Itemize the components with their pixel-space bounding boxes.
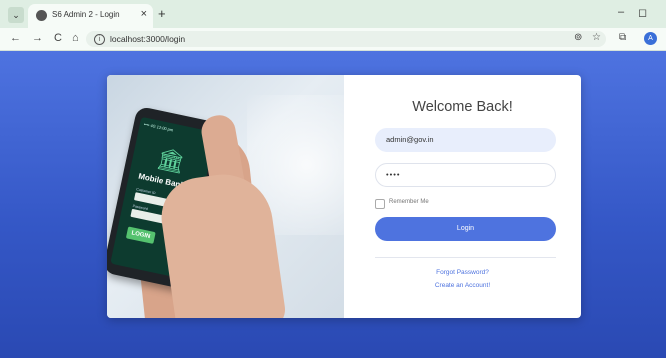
bank-icon: 🏛 (154, 145, 188, 176)
create-account-link[interactable]: Create an Account! (344, 282, 581, 289)
page-title: Welcome Back! (412, 99, 513, 115)
address-bar: ← → C ⌂ i localhost:3000/login ⊚ ☆ ⧉ A (0, 28, 666, 51)
login-page: •••• 4G 12:00 pm 🏛 Mobile Banking Custom… (0, 51, 666, 358)
maximize-icon[interactable]: ◻ (638, 6, 647, 19)
home-icon[interactable]: ⌂ (72, 32, 79, 44)
remember-me-label[interactable]: Remember Me (389, 199, 429, 205)
tab-search-icon[interactable]: ⌄ (8, 7, 24, 23)
profile-avatar[interactable]: A (644, 32, 657, 45)
lens-icon[interactable]: ⊚ (574, 32, 582, 43)
phone-status-bar: •••• 4G 12:00 pm (143, 121, 174, 133)
email-field[interactable]: admin@gov.in (375, 128, 556, 152)
site-info-icon[interactable]: i (94, 34, 105, 45)
divider (375, 257, 556, 258)
url-text: localhost:3000/login (110, 34, 186, 44)
mobile-banking-photo: •••• 4G 12:00 pm 🏛 Mobile Banking Custom… (107, 75, 344, 318)
forward-icon[interactable]: → (32, 32, 43, 44)
extensions-icon[interactable]: ⧉ (619, 32, 626, 43)
url-field[interactable]: i localhost:3000/login (86, 31, 606, 47)
back-icon[interactable]: ← (10, 32, 21, 44)
bookmark-star-icon[interactable]: ☆ (592, 32, 601, 43)
reload-icon[interactable]: C (54, 32, 62, 44)
login-button[interactable]: Login (375, 217, 556, 241)
remember-me-checkbox[interactable] (375, 199, 385, 209)
close-tab-icon[interactable]: × (141, 8, 147, 20)
tab-title: S6 Admin 2 - Login (52, 10, 120, 19)
browser-tab-bar: ⌄ S6 Admin 2 - Login × + – ◻ (0, 0, 666, 28)
minimize-icon[interactable]: – (618, 6, 624, 18)
globe-icon (36, 10, 47, 21)
phone-login-button: LOGIN (125, 226, 156, 244)
forgot-password-link[interactable]: Forgot Password? (344, 269, 581, 276)
new-tab-icon[interactable]: + (158, 6, 166, 21)
password-field[interactable]: •••• (375, 163, 556, 187)
login-form: Welcome Back! admin@gov.in •••• Remember… (344, 75, 581, 318)
browser-tab[interactable]: S6 Admin 2 - Login × (28, 4, 153, 28)
login-card: •••• 4G 12:00 pm 🏛 Mobile Banking Custom… (107, 75, 581, 318)
